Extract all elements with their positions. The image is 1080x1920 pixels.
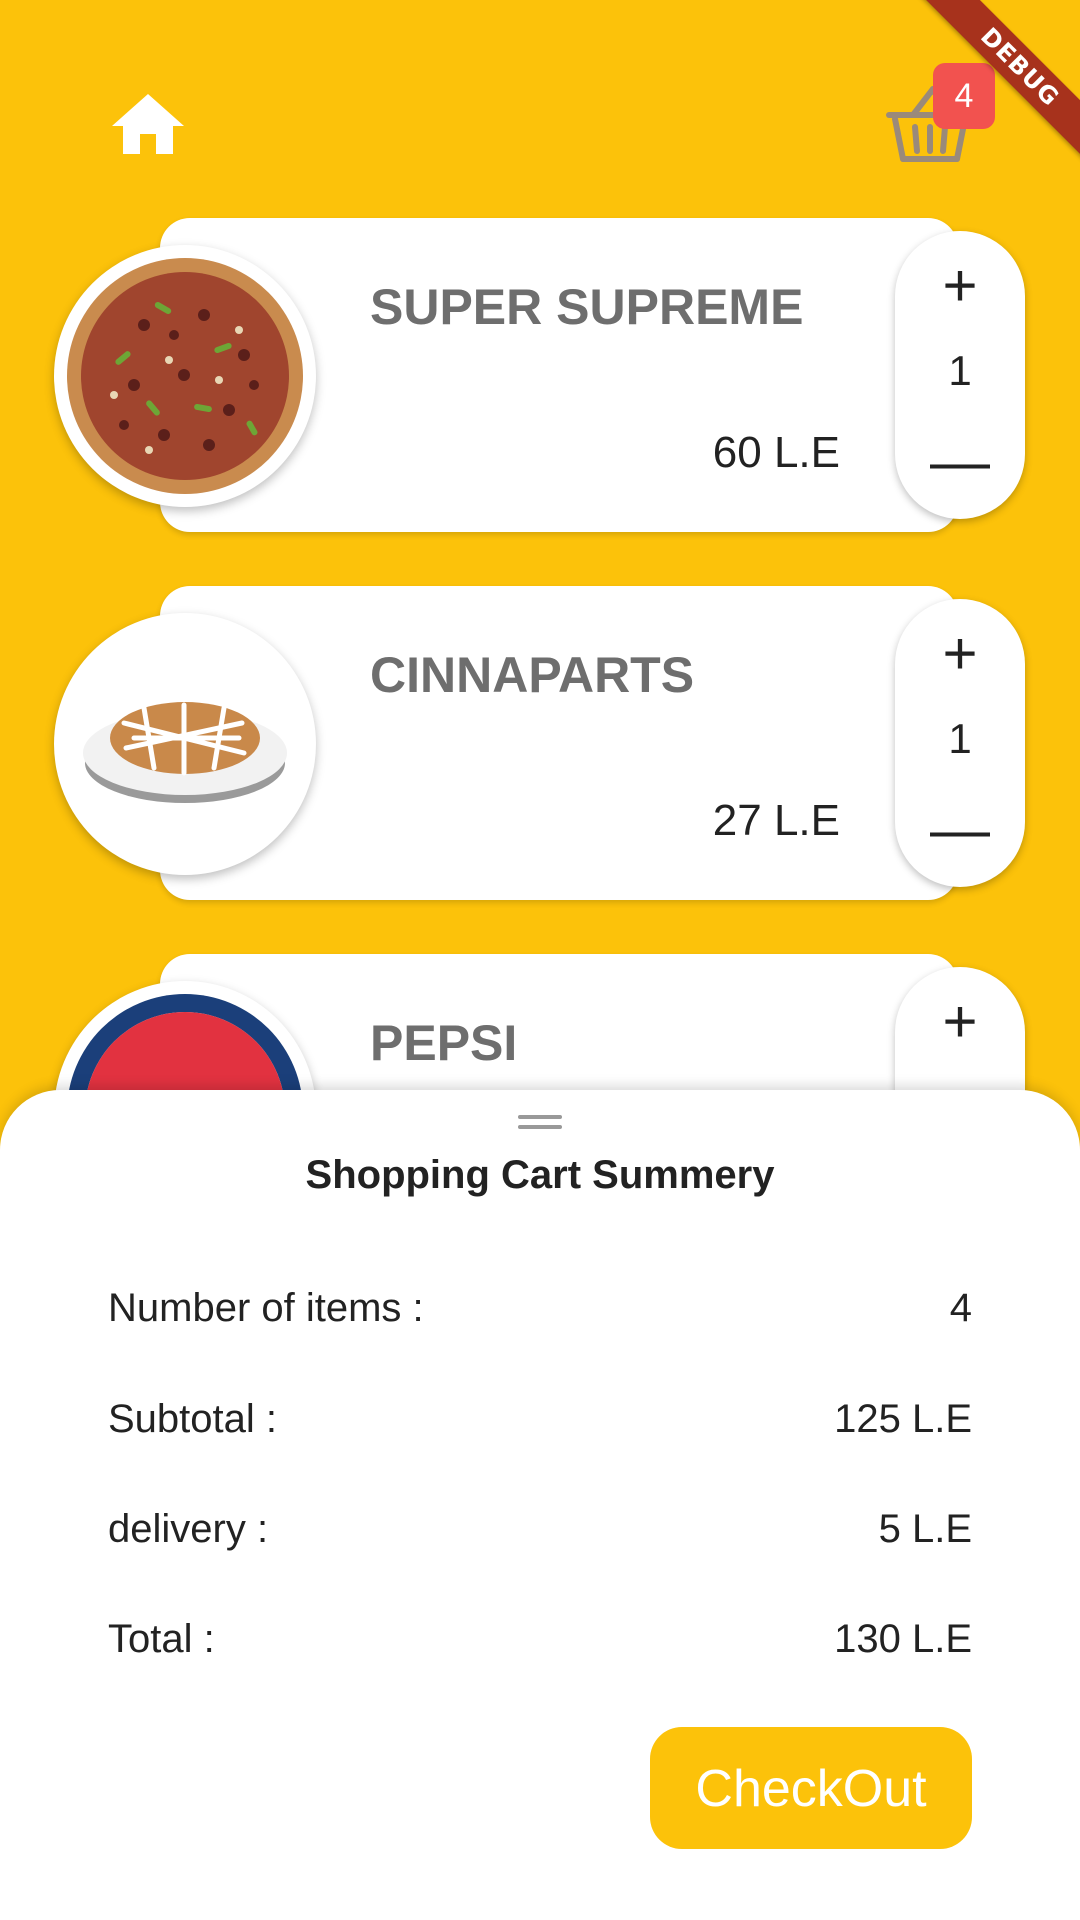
drag-handle[interactable] xyxy=(518,1115,562,1129)
summary-label: delivery : xyxy=(108,1507,269,1551)
product-name: PEPSI xyxy=(370,1015,518,1071)
quantity-stepper: + 1 — xyxy=(895,599,1025,887)
quantity-stepper: + 1 — xyxy=(895,231,1025,519)
increase-quantity-button[interactable]: + xyxy=(895,619,1025,689)
cart-count-badge: 4 xyxy=(933,63,995,129)
summary-label: Number of items : xyxy=(108,1286,424,1330)
home-button[interactable] xyxy=(110,92,186,156)
product-image-pizza xyxy=(54,245,316,507)
increase-quantity-button[interactable]: + xyxy=(895,251,1025,321)
quantity-value: 1 xyxy=(948,715,972,762)
summary-value: 130 L.E xyxy=(834,1617,972,1661)
summary-value: 125 L.E xyxy=(834,1397,972,1441)
summary-label: Subtotal : xyxy=(108,1397,278,1441)
quantity-value: 1 xyxy=(948,347,972,394)
summary-label: Total : xyxy=(108,1617,215,1661)
summary-row-subtotal: Subtotal : 125 L.E xyxy=(108,1397,972,1457)
summary-row-items: Number of items : 4 xyxy=(108,1286,972,1346)
product-image-cinnaparts xyxy=(54,613,316,875)
checkout-button[interactable]: CheckOut xyxy=(650,1727,972,1849)
summary-title: Shopping Cart Summery xyxy=(305,1153,775,1197)
product-price: 60 L.E xyxy=(712,428,840,477)
decrease-quantity-button[interactable]: — xyxy=(895,427,1025,497)
home-icon xyxy=(112,94,184,154)
product-price: 27 L.E xyxy=(712,796,840,845)
product-name: CINNAPARTS xyxy=(370,647,695,703)
product-name: SUPER SUPREME xyxy=(370,279,804,335)
summary-value: 5 L.E xyxy=(878,1507,972,1551)
summary-row-delivery: delivery : 5 L.E xyxy=(108,1507,972,1567)
cart-button[interactable]: 4 xyxy=(885,63,995,165)
increase-quantity-button[interactable]: + xyxy=(895,987,1025,1057)
decrease-quantity-button[interactable]: — xyxy=(895,795,1025,865)
summary-row-total: Total : 130 L.E xyxy=(108,1617,972,1677)
summary-value: 4 xyxy=(949,1286,972,1330)
